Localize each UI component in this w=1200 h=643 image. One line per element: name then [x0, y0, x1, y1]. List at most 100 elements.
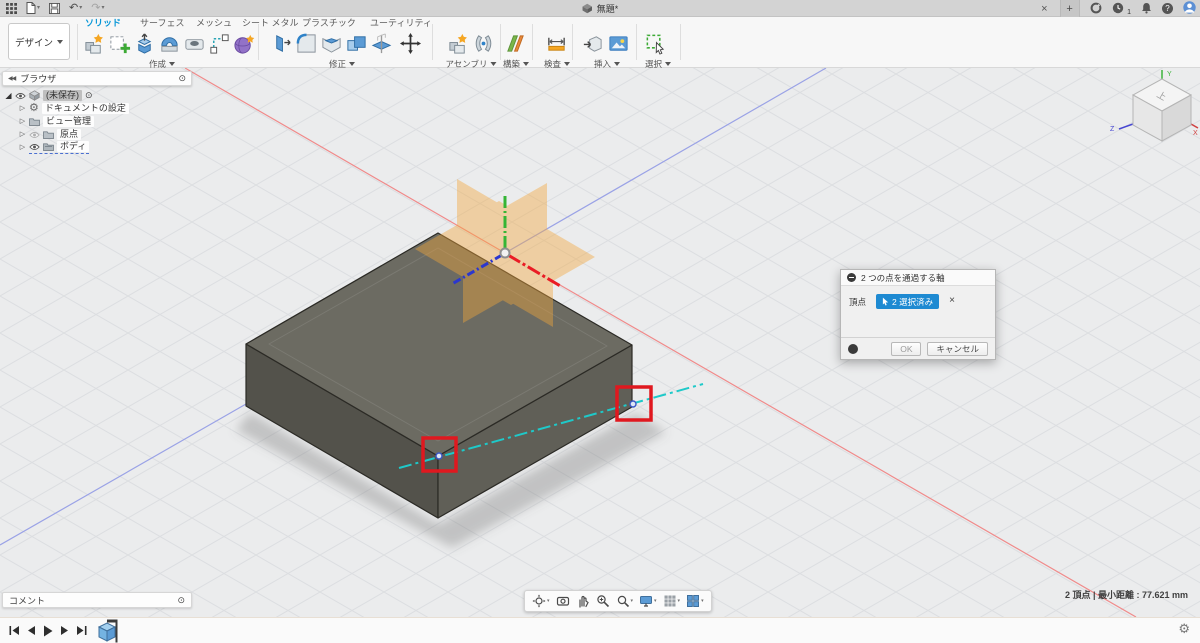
app-grid-icon[interactable] — [6, 0, 17, 17]
display-settings-tool[interactable]: ▾ — [637, 594, 659, 608]
caret-down-icon: ▾ — [101, 5, 105, 11]
press-pull-tool[interactable] — [269, 30, 293, 56]
hole-tool[interactable] — [182, 30, 206, 56]
new-tab-button[interactable]: + — [1059, 0, 1080, 17]
play-button[interactable] — [43, 625, 53, 637]
revolve-tool[interactable] — [157, 30, 181, 56]
group-assembly[interactable]: アセンブリ — [445, 58, 497, 70]
collapsed-arrow-icon[interactable]: ▷ — [19, 118, 26, 125]
profile-avatar[interactable] — [1183, 1, 1196, 16]
selection-chip-button[interactable]: 2 選択済み — [876, 294, 940, 309]
tab-sheetmetal[interactable]: シート メタル — [242, 17, 299, 29]
tree-item-bodies[interactable]: ▷ ボディ — [2, 141, 202, 154]
clear-selection-icon[interactable]: × — [949, 295, 955, 306]
viewports-tool[interactable]: ▾ — [684, 594, 706, 608]
pattern-tool[interactable] — [207, 30, 231, 56]
tab-surface[interactable]: サーフェス — [140, 17, 184, 29]
group-insert[interactable]: 挿入 — [594, 58, 621, 70]
measure-tool[interactable] — [544, 30, 568, 56]
group-inspect[interactable]: 検査 — [544, 58, 571, 70]
group-select[interactable]: 選択 — [645, 58, 672, 70]
workspace-switcher[interactable]: デザイン — [8, 23, 70, 60]
shell-tool[interactable] — [319, 30, 343, 56]
go-to-end-button[interactable] — [76, 625, 87, 636]
close-document-button[interactable]: × — [1039, 3, 1049, 15]
combine-tool[interactable] — [344, 30, 368, 56]
create-form-tool[interactable] — [232, 30, 256, 56]
job-status-button[interactable]: 1 — [1112, 2, 1131, 16]
tab-utilities[interactable]: ユーティリティ — [370, 17, 432, 29]
browser-header[interactable]: ◀◀ ブラウザ ⊙ — [2, 71, 192, 86]
document-name[interactable]: (未保存) — [43, 90, 82, 101]
extensions-icon — [1090, 2, 1101, 13]
construction-plane-tool[interactable] — [503, 30, 527, 56]
insert-derive-tool[interactable] — [580, 30, 604, 56]
assembly-new-component-tool[interactable] — [446, 30, 470, 56]
notifications-button[interactable] — [1141, 2, 1152, 16]
visibility-eye-icon[interactable] — [15, 92, 26, 100]
go-to-start-button[interactable] — [9, 625, 20, 636]
tree-item-document-settings[interactable]: ▷ ⚙ ドキュメントの設定 — [2, 102, 202, 115]
cancel-button[interactable]: キャンセル — [927, 341, 988, 356]
collapsed-arrow-icon[interactable]: ▷ — [19, 105, 26, 112]
extrude-tool[interactable] — [132, 30, 156, 56]
split-body-tool[interactable] — [369, 30, 393, 56]
timeline-settings-gear-icon[interactable]: ⚙ — [1178, 622, 1190, 635]
expanded-arrow-icon[interactable]: ◢ — [5, 91, 12, 100]
tab-solid[interactable]: ソリッド — [85, 17, 121, 29]
create-sketch-tool[interactable] — [107, 30, 131, 56]
redo-button[interactable]: ↷ ▾ — [91, 0, 104, 17]
tree-root-document[interactable]: ◢ (未保存) ⊙ — [2, 89, 202, 102]
tree-item-label[interactable]: 原点 — [57, 129, 82, 140]
move-tool[interactable] — [398, 30, 422, 56]
ok-button[interactable]: OK — [891, 341, 922, 356]
selected-vertex-1[interactable] — [435, 452, 443, 460]
new-component-tool[interactable] — [82, 30, 106, 56]
tree-item-origin[interactable]: ▷ 原点 — [2, 128, 202, 141]
panel-options-icon[interactable]: ⊙ — [178, 74, 186, 83]
fillet-tool[interactable] — [294, 30, 318, 56]
activate-radio-icon[interactable]: ⊙ — [85, 91, 93, 100]
tab-mesh[interactable]: メッシュ — [196, 17, 232, 29]
collapsed-arrow-icon[interactable]: ▷ — [19, 131, 26, 138]
command-icon — [847, 273, 856, 282]
timeline-position-marker[interactable] — [115, 619, 118, 642]
help-button[interactable]: ? — [1162, 3, 1173, 14]
joint-tool[interactable] — [471, 30, 495, 56]
document-tab[interactable]: 無題* — [582, 0, 618, 17]
group-modify[interactable]: 修正 — [329, 58, 356, 70]
zoom-tool[interactable] — [594, 594, 612, 608]
tree-item-label[interactable]: ドキュメントの設定 — [41, 103, 129, 114]
tab-plastic[interactable]: プラスチック — [302, 17, 356, 29]
tree-item-label[interactable]: ボディ — [57, 141, 90, 152]
origin-point[interactable] — [499, 247, 511, 259]
save-button[interactable] — [49, 0, 61, 17]
browser-title: ブラウザ — [20, 74, 57, 84]
visibility-eye-off-icon[interactable] — [29, 131, 40, 139]
collapsed-arrow-icon[interactable]: ▷ — [19, 144, 26, 151]
undo-button[interactable]: ↶ ▾ — [69, 0, 82, 17]
pan-tool[interactable] — [574, 594, 592, 608]
look-at-tool[interactable] — [554, 594, 572, 608]
collapse-panel-icon[interactable]: ◀◀ — [8, 75, 16, 82]
tree-item-label[interactable]: ビュー管理 — [43, 116, 95, 127]
selected-vertex-2[interactable] — [629, 400, 637, 408]
comment-panel-bar[interactable]: コメント ⊙ — [2, 592, 192, 608]
info-icon[interactable] — [848, 343, 858, 354]
select-tool[interactable] — [643, 30, 667, 56]
visibility-eye-icon[interactable] — [29, 143, 40, 151]
grid-settings-tool[interactable]: ▾ — [661, 594, 683, 608]
file-menu-button[interactable]: ▾ — [26, 0, 40, 17]
step-back-button[interactable] — [27, 625, 36, 636]
timeline-extrude-feature[interactable] — [95, 619, 121, 643]
zoom-window-tool[interactable]: ▾ — [614, 594, 636, 608]
extensions-button[interactable] — [1090, 2, 1102, 16]
dialog-titlebar[interactable]: 2 つの点を通過する軸 — [841, 270, 995, 286]
insert-canvas-tool[interactable] — [606, 30, 630, 56]
panel-options-icon[interactable]: ⊙ — [177, 595, 185, 605]
step-forward-button[interactable] — [60, 625, 69, 636]
group-construct[interactable]: 構築 — [503, 58, 530, 70]
tree-item-named-views[interactable]: ▷ ビュー管理 — [2, 115, 202, 128]
group-create[interactable]: 作成 — [149, 58, 176, 70]
orbit-tool[interactable]: ▾ — [530, 594, 552, 608]
